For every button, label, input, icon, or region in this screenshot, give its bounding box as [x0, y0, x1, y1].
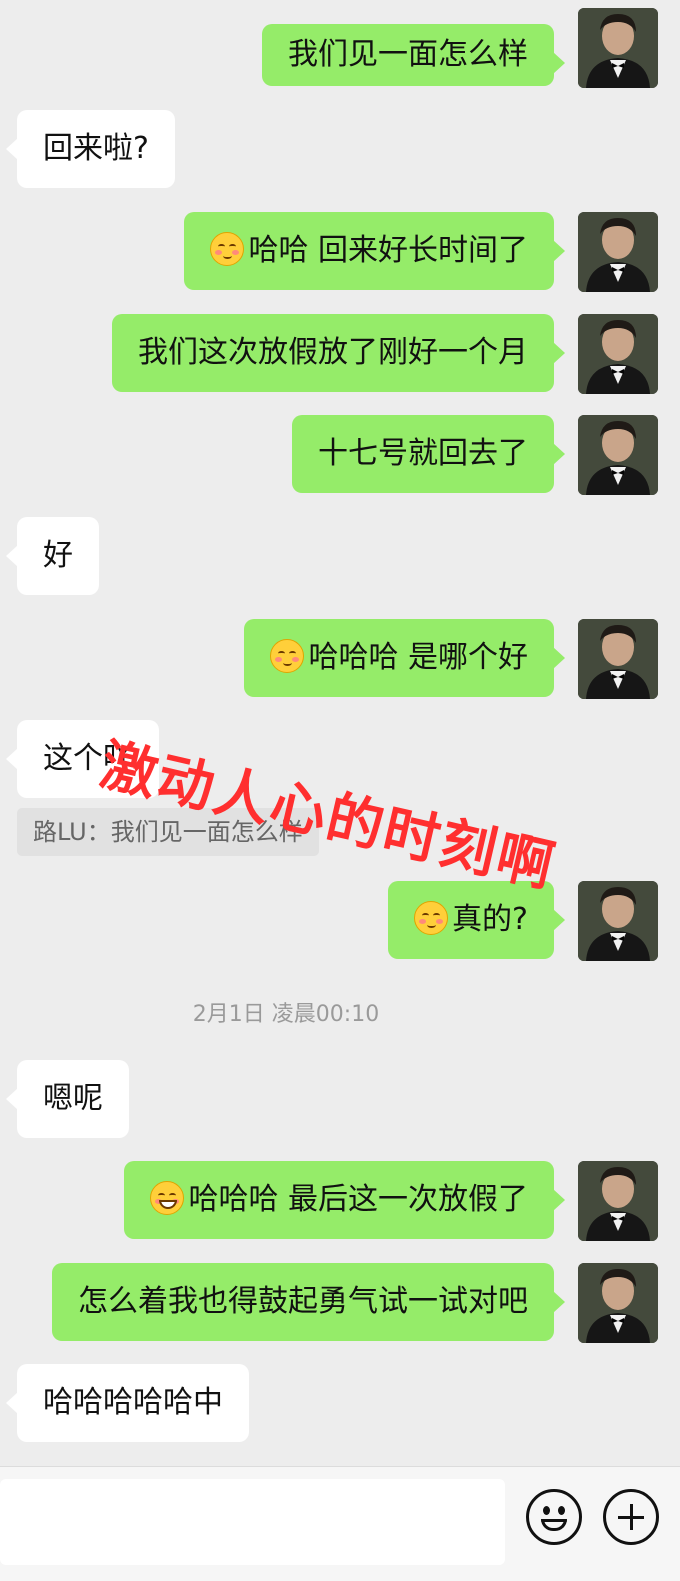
my-message-bubble[interactable]: 哈哈哈 是哪个好 [244, 619, 565, 697]
their-message-bubble[interactable]: 哈哈哈哈哈中 [6, 1364, 249, 1442]
message-row: 我们这次放假放了刚好一个月 [0, 314, 680, 394]
my-avatar[interactable] [578, 1161, 658, 1241]
blush-emoji-icon [270, 639, 305, 673]
message-row: 哈哈哈哈哈中 [0, 1364, 680, 1444]
input-bar [0, 1466, 680, 1581]
my-avatar[interactable] [578, 8, 658, 88]
their-message-bubble[interactable]: 回来啦? [6, 110, 175, 188]
message-row: 真的? [0, 881, 680, 961]
my-avatar[interactable] [578, 881, 658, 961]
my-message-bubble[interactable]: 我们这次放假放了刚好一个月 [112, 314, 565, 392]
message-row: 嗯呢 [0, 1060, 680, 1140]
my-message-bubble[interactable]: 哈哈 回来好长时间了 [184, 212, 565, 290]
message-input[interactable] [0, 1479, 505, 1565]
blush-emoji-icon [414, 901, 449, 935]
message-text: 哈哈 回来好长时间了 [248, 233, 528, 268]
smiley-icon[interactable] [526, 1489, 582, 1545]
message-text: 哈哈哈 是哪个好 [308, 640, 528, 675]
message-row: 十七号就回去了 [0, 415, 680, 495]
chat-history[interactable]: 我们见一面怎么样 回来啦? 哈哈 回来好长时间了 我们这次放假放了刚好一个月 十… [0, 0, 680, 1466]
message-text: 怎么着我也得鼓起勇气试一试对吧 [78, 1284, 528, 1319]
message-row: 哈哈 回来好长时间了 [0, 212, 680, 292]
my-message-bubble[interactable]: 十七号就回去了 [292, 415, 565, 493]
plus-icon[interactable] [603, 1489, 659, 1545]
message-row: 回来啦? [0, 110, 680, 190]
message-text: 我们见一面怎么样 [288, 37, 528, 72]
my-avatar[interactable] [578, 619, 658, 699]
message-row: 好 [0, 517, 680, 597]
message-text: 嗯呢 [43, 1081, 103, 1116]
message-text: 哈哈哈哈哈中 [43, 1385, 223, 1420]
message-text: 真的? [452, 902, 528, 937]
my-message-bubble[interactable]: 怎么着我也得鼓起勇气试一试对吧 [52, 1263, 565, 1341]
grin-emoji-icon [150, 1181, 185, 1215]
my-avatar[interactable] [578, 415, 658, 495]
message-row: 我们见一面怎么样 [0, 8, 680, 88]
message-text: 回来啦? [43, 131, 149, 166]
their-message-bubble[interactable]: 好 [6, 517, 99, 595]
message-row: 怎么着我也得鼓起勇气试一试对吧 [0, 1263, 680, 1343]
message-text: 我们这次放假放了刚好一个月 [138, 335, 528, 370]
blush-emoji-icon [210, 232, 245, 266]
message-row: 哈哈哈 是哪个好 [0, 619, 680, 699]
my-avatar[interactable] [578, 314, 658, 394]
message-text: 好 [43, 538, 73, 573]
my-avatar[interactable] [578, 1263, 658, 1343]
their-message-bubble[interactable]: 嗯呢 [6, 1060, 129, 1138]
my-message-bubble[interactable]: 哈哈哈 最后这一次放假了 [124, 1161, 565, 1239]
timestamp: 2月1日 凌晨00:10 [192, 1002, 380, 1027]
my-avatar[interactable] [578, 212, 658, 292]
message-text: 十七号就回去了 [318, 436, 528, 471]
message-text: 哈哈哈 最后这一次放假了 [188, 1182, 528, 1217]
message-row: 哈哈哈 最后这一次放假了 [0, 1161, 680, 1241]
my-message-bubble[interactable]: 我们见一面怎么样 [262, 24, 565, 86]
